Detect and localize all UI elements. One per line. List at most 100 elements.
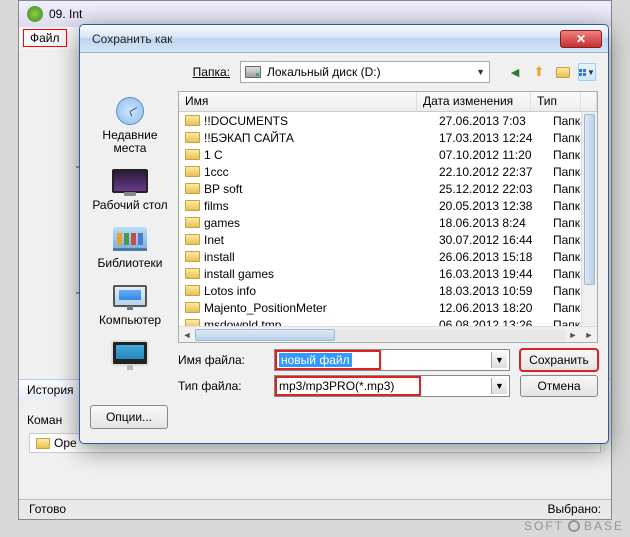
file-name: install games bbox=[204, 267, 274, 281]
place-label: Компьютер bbox=[99, 314, 161, 327]
back-button[interactable]: ◄ bbox=[506, 63, 524, 81]
place-computer[interactable]: Компьютер bbox=[99, 280, 161, 327]
folder-value: Локальный диск (D:) bbox=[267, 65, 381, 79]
chevron-down-icon[interactable]: ▼ bbox=[491, 378, 507, 394]
clock-icon bbox=[116, 97, 144, 125]
filetype-value: mp3/mp3PRO(*.mp3) bbox=[279, 379, 394, 393]
file-date: 12.06.2013 18:20 bbox=[433, 301, 547, 315]
table-row[interactable]: Lotos info18.03.2013 10:59Папка bbox=[179, 282, 597, 299]
place-desktop[interactable]: Рабочий стол bbox=[92, 165, 167, 212]
cancel-button[interactable]: Отмена bbox=[520, 375, 598, 397]
vertical-scrollbar[interactable] bbox=[581, 112, 597, 326]
table-row[interactable]: BP soft25.12.2012 22:03Папка bbox=[179, 180, 597, 197]
monitor-icon bbox=[111, 340, 149, 366]
toolbar-icons: ◄ ⬆ ▼ bbox=[506, 63, 596, 81]
file-date: 27.06.2013 7:03 bbox=[433, 114, 547, 128]
place-label: Библиотеки bbox=[97, 257, 162, 270]
file-name: install bbox=[204, 250, 235, 264]
filetype-label: Тип файла: bbox=[178, 379, 264, 393]
file-list: Имя Дата изменения Тип !!DOCUMENTS 27.06.… bbox=[178, 91, 598, 343]
menu-file[interactable]: Файл bbox=[23, 29, 67, 47]
main-title-text: 09. Int bbox=[49, 7, 82, 21]
folder-icon bbox=[185, 251, 200, 262]
cancel-button-label: Отмена bbox=[537, 379, 580, 393]
places-sidebar: Недавние места Рабочий стол Библиотеки К… bbox=[86, 91, 174, 369]
table-row[interactable]: Majento_PositionMeter12.06.2013 18:20Пап… bbox=[179, 299, 597, 316]
scrollbar-thumb[interactable] bbox=[584, 114, 595, 285]
file-date: 18.03.2013 10:59 bbox=[433, 284, 547, 298]
table-row[interactable]: !!БЭКАП САЙТА17.03.2013 12:24Папка bbox=[179, 129, 597, 146]
scroll-right-button[interactable]: ► bbox=[565, 328, 581, 342]
scroll-right-button-2[interactable]: ► bbox=[581, 328, 597, 342]
scrollbar-thumb[interactable] bbox=[195, 329, 335, 341]
filetype-row: Тип файла: mp3/mp3PRO(*.mp3) ▼ Отмена bbox=[178, 373, 598, 399]
folder-icon bbox=[185, 149, 200, 160]
dialog-titlebar[interactable]: Сохранить как ✕ bbox=[80, 25, 608, 53]
place-libraries[interactable]: Библиотеки bbox=[97, 223, 162, 270]
table-row[interactable]: films20.05.2013 12:38Папка bbox=[179, 197, 597, 214]
save-button[interactable]: Сохранить bbox=[520, 349, 598, 371]
filetype-combobox[interactable]: mp3/mp3PRO(*.mp3) ▼ bbox=[274, 375, 510, 397]
folder-icon bbox=[185, 302, 200, 313]
col-name-header[interactable]: Имя bbox=[179, 92, 417, 111]
folder-icon bbox=[185, 217, 200, 228]
col-type-header[interactable]: Тип bbox=[531, 92, 581, 111]
file-date: 18.06.2013 8:24 bbox=[433, 216, 547, 230]
file-name: !!БЭКАП САЙТА bbox=[204, 131, 294, 145]
history-folder-label: Opе bbox=[54, 436, 77, 450]
file-date: 17.03.2013 12:24 bbox=[433, 131, 547, 145]
place-network[interactable] bbox=[110, 337, 150, 371]
history-label: История bbox=[27, 383, 74, 397]
place-label: Недавние места bbox=[86, 129, 174, 155]
file-date: 26.06.2013 15:18 bbox=[433, 250, 547, 264]
table-row[interactable]: msdownld.tmp06.08.2012 13:26Папка bbox=[179, 316, 597, 326]
horizontal-scrollbar[interactable]: ◄ ► ► bbox=[179, 326, 597, 342]
computer-icon bbox=[113, 285, 147, 307]
folder-icon bbox=[185, 268, 200, 279]
file-date: 30.07.2012 16:44 bbox=[433, 233, 547, 247]
view-menu-button[interactable]: ▼ bbox=[578, 63, 596, 81]
close-button[interactable]: ✕ bbox=[560, 30, 602, 48]
table-row[interactable]: Inet30.07.2012 16:44Папка bbox=[179, 231, 597, 248]
file-name: !!DOCUMENTS bbox=[204, 114, 288, 128]
file-rows-container: !!DOCUMENTS27.06.2013 7:03Папка!!БЭКАП С… bbox=[179, 112, 597, 326]
watermark-text: BASE bbox=[584, 519, 624, 533]
filename-value: новый файл bbox=[279, 353, 352, 367]
filename-input[interactable]: новый файл ▼ bbox=[274, 349, 510, 371]
scroll-left-button[interactable]: ◄ bbox=[179, 328, 195, 342]
libraries-icon bbox=[113, 227, 147, 251]
folder-icon bbox=[185, 234, 200, 245]
file-name: msdownld.tmp bbox=[204, 318, 281, 327]
file-date: 06.08.2012 13:26 bbox=[433, 318, 547, 327]
desktop-icon bbox=[112, 169, 148, 193]
col-date-header[interactable]: Дата изменения bbox=[417, 92, 531, 111]
view-icon bbox=[579, 69, 586, 76]
file-date: 20.05.2013 12:38 bbox=[433, 199, 547, 213]
options-button-label: Опции... bbox=[106, 410, 152, 424]
close-icon: ✕ bbox=[576, 32, 586, 46]
options-button[interactable]: Опции... bbox=[90, 405, 168, 429]
table-row[interactable]: 1 C07.10.2012 11:20Папка bbox=[179, 146, 597, 163]
place-label: Рабочий стол bbox=[92, 199, 167, 212]
chevron-down-icon[interactable]: ▼ bbox=[491, 352, 507, 368]
up-button[interactable]: ⬆ bbox=[530, 63, 548, 81]
new-folder-button[interactable] bbox=[554, 63, 572, 81]
filename-row: Имя файла: новый файл ▼ Сохранить bbox=[178, 347, 598, 373]
folder-icon bbox=[185, 166, 200, 177]
col-scroll-spacer bbox=[581, 92, 597, 111]
place-recent[interactable]: Недавние места bbox=[86, 95, 174, 155]
file-date: 07.10.2012 11:20 bbox=[433, 148, 547, 162]
table-row[interactable]: install26.06.2013 15:18Папка bbox=[179, 248, 597, 265]
drive-icon bbox=[245, 66, 261, 78]
folder-icon bbox=[185, 183, 200, 194]
up-icon: ⬆ bbox=[534, 64, 545, 80]
filename-label: Имя файла: bbox=[178, 353, 264, 367]
folder-icon bbox=[185, 285, 200, 296]
table-row[interactable]: 1ccc22.10.2012 22:37Папка bbox=[179, 163, 597, 180]
table-row[interactable]: games18.06.2013 8:24Папка bbox=[179, 214, 597, 231]
table-row[interactable]: !!DOCUMENTS27.06.2013 7:03Папка bbox=[179, 112, 597, 129]
folder-icon bbox=[185, 319, 200, 326]
table-row[interactable]: install games16.03.2013 19:44Папка bbox=[179, 265, 597, 282]
status-selected: Выбрано: bbox=[548, 502, 601, 517]
folder-combobox[interactable]: Локальный диск (D:) ▼ bbox=[240, 61, 490, 83]
